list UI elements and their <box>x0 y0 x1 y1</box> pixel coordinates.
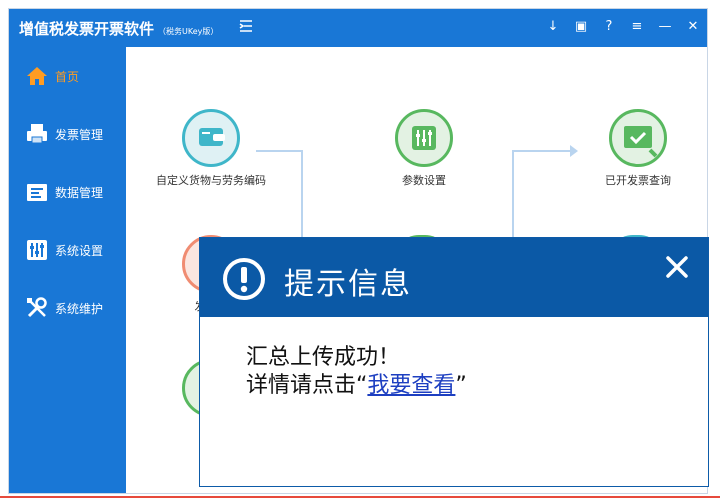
feature-issued-invoice-query[interactable]: 已开发票查询 <box>578 109 698 188</box>
app-edition: （税务UKey版） <box>158 27 219 36</box>
dialog-message-line: 汇总上传成功！ <box>246 345 401 370</box>
tools-icon <box>25 296 49 320</box>
feature-custom-goods-coding[interactable]: 自定义货物与劳务编码 <box>151 109 271 188</box>
dialog-message: 汇总上传成功！ 详情请点击“我要查看” <box>246 344 467 400</box>
menu-collapse-icon[interactable] <box>237 19 255 37</box>
dialog-message-line: 详情请点击“我要查看” <box>246 372 467 400</box>
flow-arrow <box>570 145 578 157</box>
close-icon[interactable] <box>662 252 692 282</box>
bottom-divider <box>0 496 720 498</box>
info-icon <box>222 257 266 301</box>
feature-label: 参数设置 <box>402 174 446 187</box>
sidebar-item-system-maintenance[interactable]: 系统维护 <box>9 285 126 331</box>
feature-label: 自定义货物与劳务编码 <box>156 174 266 187</box>
search-film-icon <box>609 109 667 167</box>
dialog-title: 提示信息 <box>284 267 412 302</box>
dialog-message-prefix: 详情请点击“ <box>246 373 368 398</box>
app-title: 增值税发票开票软件 （税务UKey版） <box>19 18 218 39</box>
sidebar-item-system-settings[interactable]: 系统设置 <box>9 227 126 273</box>
sidebar-item-label: 系统设置 <box>55 244 104 258</box>
data-icon <box>25 180 49 204</box>
wallet-icon <box>182 109 240 167</box>
sidebar: 首页 发票管理 数据管理 系统设置 系统维护 <box>9 47 126 493</box>
sidebar-item-data-management[interactable]: 数据管理 <box>9 169 126 215</box>
feature-parameter-settings[interactable]: 参数设置 <box>364 109 484 188</box>
title-bar: 增值税发票开票软件 （税务UKey版） ↓ ▣ ? ≡ — ✕ <box>9 9 707 47</box>
download-icon[interactable]: ↓ <box>543 17 563 37</box>
sidebar-item-label: 数据管理 <box>55 186 104 200</box>
menu-icon[interactable]: ≡ <box>627 17 647 37</box>
flow-connector <box>512 150 514 250</box>
home-icon <box>25 64 49 88</box>
dialog-header: 提示信息 <box>200 238 708 317</box>
app-title-text: 增值税发票开票软件 <box>19 20 155 38</box>
feature-label: 已开发票查询 <box>605 174 671 187</box>
notification-dialog: 提示信息 汇总上传成功！ 详情请点击“我要查看” <box>199 237 709 487</box>
sidebar-item-label: 发票管理 <box>55 128 104 142</box>
close-icon[interactable]: ✕ <box>683 17 703 37</box>
view-details-link[interactable]: 我要查看 <box>367 373 455 398</box>
sidebar-item-label: 系统维护 <box>55 302 104 316</box>
flow-connector <box>512 150 572 152</box>
minimize-icon[interactable]: — <box>655 17 675 37</box>
help-icon[interactable]: ? <box>599 17 619 37</box>
book-icon[interactable]: ▣ <box>571 17 591 37</box>
printer-icon <box>25 122 49 146</box>
sliders-icon <box>395 109 453 167</box>
sidebar-item-home[interactable]: 首页 <box>9 53 126 99</box>
sidebar-item-invoice-management[interactable]: 发票管理 <box>9 111 126 157</box>
sliders-icon <box>25 238 49 262</box>
dialog-message-suffix: ” <box>455 373 467 398</box>
sidebar-item-label: 首页 <box>55 70 80 84</box>
flow-connector <box>301 150 303 250</box>
